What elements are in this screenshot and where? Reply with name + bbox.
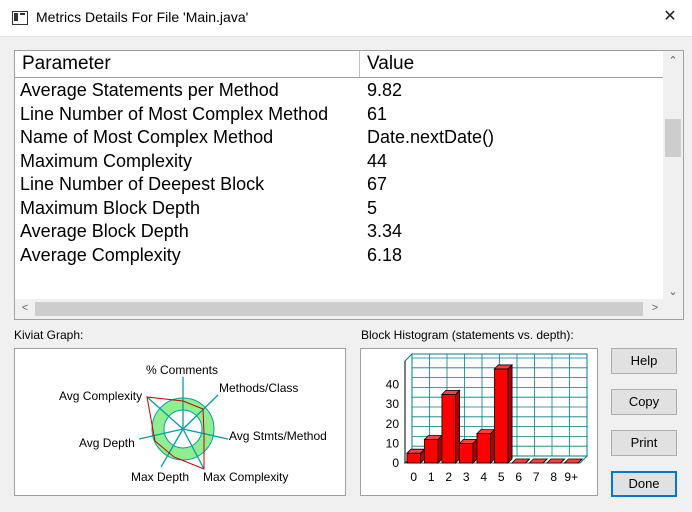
value-cell: 44 [367,150,388,171]
histogram-bar-side [455,389,460,464]
value-cell: 9.82 [367,80,403,100]
scroll-up-arrow-icon[interactable]: ⌃ [663,54,683,67]
done-button[interactable]: Done [611,471,677,497]
kiviat-axis-label: % Comments [146,363,218,377]
histogram-panel: 40 30 20 10 0 0 1 2 3 4 5 6 7 8 9+ [360,348,598,496]
kiviat-axis-label: Avg Depth [79,436,135,450]
histogram-bar-side [472,438,478,464]
histogram-bar-front [476,433,491,464]
histogram-bar-side [437,434,443,464]
histogram-bar-front [494,368,509,464]
histogram-bar-front [459,443,474,464]
block-histogram: 403020100 0 1 2 3 4 5 6 7 8 9+ [386,352,589,484]
histogram-x-tick-label: 0 [410,470,417,484]
help-button[interactable]: Help [611,348,677,374]
histogram-y-tick-label: 30 [386,397,400,411]
histogram-bar-front [441,394,456,464]
value-cell: 61 [367,103,388,124]
histogram-bar [423,434,444,464]
histogram-bar [475,428,496,464]
parameter-cell: Average Block Depth [20,221,189,241]
kiviat-label: Kiviat Graph: [14,328,84,342]
histogram-y-tick-label: 40 [386,378,400,392]
histogram-x-tick-label: 5 [498,470,505,484]
scroll-right-arrow-icon[interactable]: > [645,302,665,314]
parameter-cell: Maximum Block Depth [20,197,201,218]
parameter-cell: Name of Most Complex Method [20,127,274,147]
vertical-scrollbar[interactable]: ⌃ ⌄ [663,51,683,301]
app-icon [12,11,28,25]
histogram-bar [493,363,514,464]
histogram-bar [405,448,426,464]
horizontal-scroll-thumb[interactable] [35,302,643,316]
histogram-y-tick-label: 20 [386,417,400,431]
header-parameter[interactable]: Parameter [15,51,360,77]
value-cell: Date.nextDate() [367,127,495,147]
parameter-cell: Average Statements per Method [20,80,279,100]
scroll-down-arrow-icon[interactable]: ⌄ [663,285,683,298]
histogram-y-tick-label: 10 [386,436,400,450]
kiviat-axis-label: Avg Complexity [59,389,142,403]
histogram-x-tick-label: 6 [515,470,522,484]
kiviat-axis-label: Max Complexity [203,470,288,484]
vertical-scroll-thumb[interactable] [665,119,681,157]
parameter-cell: Line Number of Most Complex Method [20,103,329,124]
histogram-x-tick-label: 2 [445,470,452,484]
window-title: Metrics Details For File 'Main.java' [36,9,249,25]
horizontal-scrollbar[interactable]: < > [15,299,665,319]
histogram-x-tick-label: 4 [480,470,487,484]
parameter-cell: Line Number of Deepest Block [20,174,265,194]
header-value[interactable]: Value [360,51,663,77]
title-bar: Metrics Details For File 'Main.java' ✕ [0,0,692,37]
histogram-bar-side [507,363,513,464]
histogram-y-ticks: 40 30 20 10 0 [386,378,400,470]
copy-button[interactable]: Copy [611,389,677,415]
histogram-bar [458,438,479,464]
histogram-x-tick-label: 7 [533,470,540,484]
kiviat-axis-label: Methods/Class [219,381,298,395]
histogram-side-wall [404,352,413,465]
histogram-x-tick-label: 3 [463,470,470,484]
kiviat-axis-label: Avg Stmts/Method [229,429,327,443]
histogram-bar [440,389,461,464]
histogram-y-tick-label: 0 [392,456,399,470]
metrics-list[interactable]: Parameter Value Average Statements per M… [14,50,684,320]
histogram-x-tick-label: 9+ [564,470,578,484]
parameter-cell: Maximum Complexity [20,150,193,171]
value-cell: 3.34 [367,221,403,241]
histogram-bar-front [406,452,421,464]
kiviat-graph: % Comments Methods/Class Avg Stmts/Metho… [59,363,327,484]
close-button[interactable]: ✕ [656,4,684,30]
parameter-cell: Average Complexity [20,244,181,265]
histogram-x-ticks: 0 1 2 3 4 5 6 7 8 9+ [410,470,578,484]
list-header: Parameter Value [15,51,663,78]
print-button[interactable]: Print [611,430,677,456]
value-cell: 67 [367,174,388,194]
histogram-x-tick-label: 1 [428,470,435,484]
kiviat-axis-label: Max Depth [131,470,189,484]
scroll-left-arrow-icon[interactable]: < [15,302,35,314]
value-cell: 6.18 [367,244,403,265]
kiviat-panel: % Comments Methods/Class Avg Stmts/Metho… [14,348,346,496]
histogram-bar-side [490,428,495,464]
histogram-x-tick-label: 8 [550,470,557,484]
histogram-bar-front [424,439,439,464]
histogram-label: Block Histogram (statements vs. depth): [361,328,574,342]
value-cell: 5 [367,197,378,218]
scroll-corner [663,299,683,319]
